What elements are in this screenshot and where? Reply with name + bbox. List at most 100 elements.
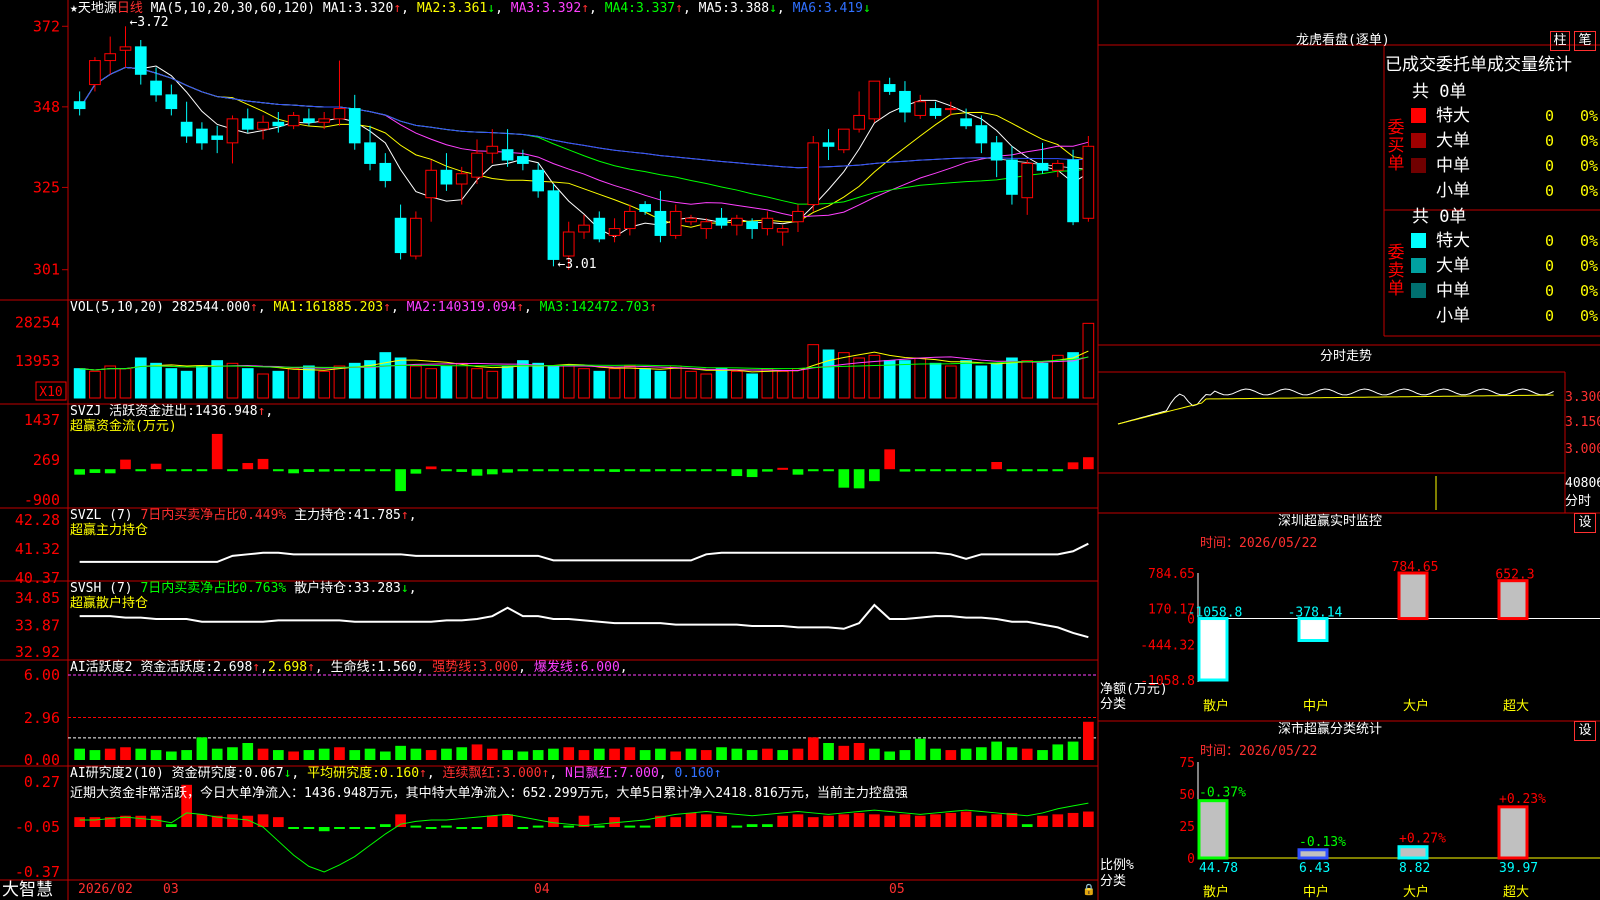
sell-row-count: 0 — [1545, 232, 1554, 250]
svzj-bar — [165, 469, 177, 472]
svzj-bar — [1083, 457, 1094, 470]
svzj-bar — [930, 469, 941, 472]
ai-research-bar — [777, 815, 789, 827]
ma5-label: MA5: — [698, 1, 730, 16]
ai-active-v1: 2.698 — [213, 660, 253, 675]
high-price-marker: ←3.72 — [129, 15, 168, 30]
candle-body — [471, 152, 483, 178]
sell-row-pct: 0% — [1580, 257, 1598, 275]
candle-body — [150, 80, 162, 96]
price-axis-label: 372 — [33, 17, 60, 35]
ai-research-bar — [639, 825, 651, 828]
volume-bar — [226, 362, 239, 399]
last-research-arrow: ↑ — [713, 766, 722, 781]
candle-body — [807, 142, 820, 206]
monitor-category: 中户 — [1303, 698, 1329, 714]
ai-research-value: 0.067 — [244, 766, 284, 781]
svzj-bar — [364, 469, 376, 472]
svzj-bar — [257, 458, 269, 470]
ai-active-title: AI活跃度2 — [70, 660, 133, 675]
candle-body — [517, 156, 529, 164]
ai-active-bar — [456, 747, 468, 760]
candle-body — [761, 217, 774, 230]
svzj-bar — [762, 469, 773, 472]
period-label[interactable]: 日线 — [117, 1, 143, 16]
ai-active-bar — [441, 748, 452, 760]
lock-icon[interactable]: 🔒 — [1082, 882, 1096, 898]
ai-research-bar — [532, 825, 544, 828]
volume-bar — [960, 360, 972, 399]
ai-research-arrow: ↓ — [283, 766, 292, 781]
classify-bar — [1297, 848, 1329, 860]
lx-red-label: 连续飘红: — [442, 766, 503, 781]
svzl-arrow: ↑ — [400, 508, 409, 523]
app-logo: 大智慧 — [2, 880, 53, 900]
ai-research-bar — [456, 827, 468, 829]
ai-active-bar — [181, 750, 192, 760]
svzj-bar — [624, 469, 636, 472]
svzj-bar — [196, 469, 208, 472]
candle-body — [975, 125, 988, 144]
sell-swatch — [1411, 283, 1426, 298]
ma1-arrow: ↑ — [393, 1, 402, 16]
svzj-bar — [746, 469, 758, 478]
ma-line — [79, 66, 1089, 228]
svsh-axis-label: 33.87 — [15, 616, 60, 634]
svzj-bar — [486, 469, 498, 475]
ai-active-bar — [670, 751, 682, 760]
monitor-bar — [1197, 617, 1229, 682]
svzj-subtitle: 超赢资金流(万元) — [70, 419, 177, 434]
ai-research-bar — [334, 827, 345, 829]
svzj-bar — [593, 469, 605, 472]
vol-ma2-label: MA2: — [406, 300, 438, 315]
monitor-settings-button[interactable]: 设 — [1574, 513, 1596, 533]
candle-body — [196, 128, 208, 144]
sell-row-pct: 0% — [1580, 232, 1598, 250]
classify-category: 散户 — [1203, 884, 1229, 900]
ai-active-bar — [303, 750, 315, 760]
svzj-bar — [120, 459, 131, 470]
tick-mode-button[interactable]: 笔 — [1574, 31, 1596, 51]
ma6-label: MA6: — [792, 1, 824, 16]
ai-research-axis-label: -0.37 — [15, 863, 60, 881]
buy-total: 共 0单 — [1412, 82, 1466, 102]
svzl-label: 主力持仓: — [294, 508, 354, 523]
candle-body — [792, 210, 804, 223]
sell-swatch — [1411, 258, 1426, 273]
classify-settings-button[interactable]: 设 — [1574, 721, 1596, 741]
svzl-subtitle: 超赢主力持仓 — [70, 523, 149, 538]
candle-body — [562, 231, 575, 257]
ai-research-bar — [135, 815, 147, 827]
ai-active-bar — [777, 750, 789, 760]
ai-research-comment: 近期大资金非常活跃，今日大单净流入：1436.948万元，其中特大单净流入：65… — [70, 786, 908, 801]
ai-research-bar — [303, 827, 315, 829]
ma-line — [79, 66, 1089, 170]
ai-research-header: AI研究度2(10) 资金研究度:0.067↓, 平均研究度:0.160↑, 连… — [70, 766, 722, 781]
ai-research-bar — [441, 825, 452, 828]
volume-bar — [257, 373, 269, 399]
ai-active-bar — [716, 747, 727, 760]
ai-research-bar — [945, 812, 957, 827]
ai-active-axis-label: 2.96 — [24, 709, 60, 727]
bar-mode-button[interactable]: 柱 — [1550, 31, 1570, 51]
svzj-axis-label: 1437 — [24, 411, 60, 429]
volume-bar — [944, 365, 957, 399]
svzj-bar — [838, 469, 850, 488]
ai-research-bar — [318, 827, 330, 832]
stock-name[interactable]: ★天地源 — [70, 1, 117, 16]
ai-active-bar — [532, 750, 544, 760]
avg-research-label: 平均研究度: — [307, 766, 380, 781]
candle-body — [746, 221, 758, 230]
svzj-bar — [1052, 469, 1064, 472]
candle-body — [669, 210, 682, 236]
ai-research-label: 资金研究度: — [171, 766, 245, 781]
candle-body — [241, 118, 254, 130]
volume-bar — [639, 368, 651, 399]
volume-bar — [730, 370, 743, 399]
volume-bar — [104, 365, 117, 399]
svzj-bar — [1021, 469, 1033, 472]
monitor-title: 深圳超赢实时监控 — [1278, 514, 1383, 529]
vol-axis-label: 28254 — [15, 314, 60, 332]
ai-active-bar — [593, 748, 605, 760]
candle-body — [486, 145, 499, 154]
